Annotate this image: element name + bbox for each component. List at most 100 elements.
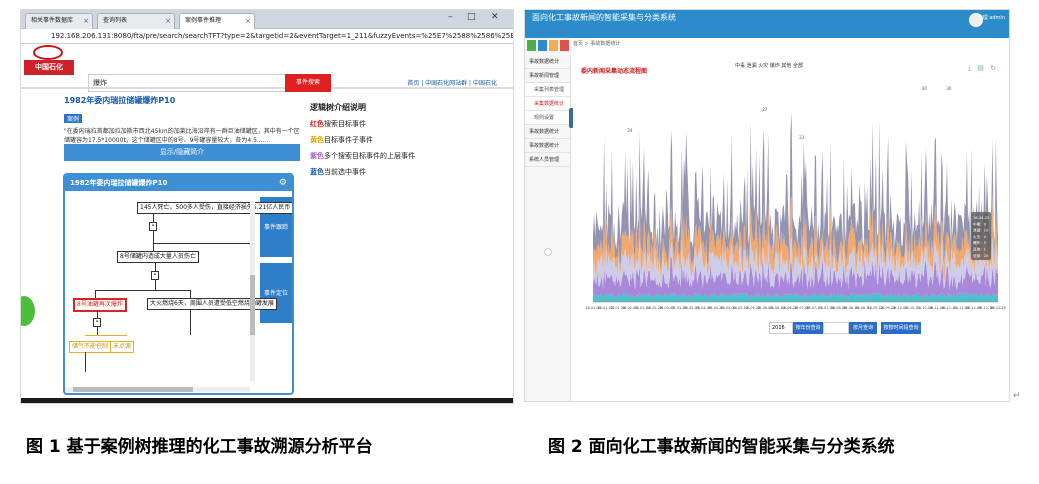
tooltip-line: 16-04-25 — [973, 216, 989, 220]
figure-1-screenshot: 相关事件数据库× 查询列表× 案例事件推理× – □ ✕ ← → C 192.1… — [20, 9, 514, 404]
query-by-range-button[interactable]: 按按时间段查询 — [881, 322, 921, 334]
browser-tab[interactable]: 查询列表 × — [97, 13, 175, 29]
tree-edge — [153, 243, 253, 244]
search-result: 1982年委内瑞拉储罐爆炸P10 案例 "在委内瑞拉首都加拉加斯市西北45km的… — [64, 95, 300, 145]
year-input[interactable]: 2016 — [769, 322, 793, 334]
legend-color-name: 蓝色 — [310, 168, 324, 176]
tooltip-line: 其他：1 — [973, 247, 986, 252]
tab-label: 相关事件数据库 — [31, 17, 74, 24]
top-links[interactable]: 首页 | 中国石化网站群 | 中国石化 — [407, 78, 497, 87]
tree-node-child[interactable]: 未点源 — [110, 341, 135, 353]
main-panel: 委内新闻采集动态流程图 中毒 泄漏 火灾 爆炸 其他 全部 ⤓ ▤ ↻ 16-0… — [573, 50, 1009, 401]
tooltip-line: 全部：20 — [973, 253, 989, 258]
and-gate-icon: • — [93, 318, 101, 327]
legend-color-name: 黄色 — [310, 136, 324, 144]
peak-data-label: 27 — [762, 107, 768, 112]
horizontal-scrollbar[interactable] — [65, 387, 250, 392]
legend-item: 蓝色当前选中事件 — [310, 164, 415, 180]
return-mark: ↵ — [1013, 391, 1021, 401]
result-tag: 案例 — [64, 114, 83, 123]
close-icon[interactable]: × — [165, 14, 171, 28]
tree-node-target[interactable]: 8号油罐再次爆炸 — [73, 298, 127, 312]
legend-desc: 搜索目标事件 — [324, 120, 366, 128]
scrollbar-thumb[interactable] — [73, 387, 193, 392]
minimize-icon[interactable]: – — [448, 12, 453, 22]
legend-item: 黄色目标事件子事件 — [310, 132, 415, 148]
sidebar-item[interactable]: 事故数据统计 — [525, 125, 570, 139]
chart-tooltip: 16-04-25中毒：0 泄漏：10火灾：4爆炸：5 其他：1全部：20 — [971, 212, 991, 260]
peak-data-label: 30 — [922, 86, 928, 91]
month-input[interactable] — [823, 322, 849, 334]
figure-2-caption: 图 2 面向化工事故新闻的智能采集与分类系统 — [548, 437, 895, 457]
tab-label: 查询列表 — [103, 17, 128, 24]
tree-legend: 逻辑树介绍说明 红色搜索目标事件 黄色目标事件子事件 紫色多个搜索目标事件的上层… — [310, 100, 415, 180]
floating-widget-icon[interactable] — [21, 296, 35, 326]
area-chart: 16-01-0116-01-1216-01-2316-02-0316-02-14… — [585, 86, 1005, 310]
gear-icon[interactable]: ⚙ — [279, 175, 287, 191]
browser-tab-active[interactable]: 案例事件推理 × — [179, 13, 255, 29]
close-icon[interactable]: × — [245, 14, 251, 28]
legend-item: 紫色多个搜索目标事件的上层事件 — [310, 148, 415, 164]
tree-edge — [95, 290, 190, 291]
figure-2-screenshot: 面向化工事故新闻的智能采集与分类系统 管理 admin 事故数据统计 事故新闻管… — [524, 9, 1010, 402]
tooltip-line: 爆炸：5 — [973, 240, 986, 245]
legend-color-name: 紫色 — [310, 152, 324, 160]
legend-desc: 当前选中事件 — [324, 168, 366, 176]
vertical-scrollbar[interactable] — [250, 201, 255, 381]
sidebar-subitem[interactable]: 采集列表管理 — [525, 83, 570, 97]
legend-title: 逻辑树介绍说明 — [310, 103, 366, 112]
sidebar-subitem[interactable]: 规则设置 — [525, 111, 570, 125]
tree-edge — [153, 243, 154, 251]
toolbar-icon[interactable] — [560, 40, 569, 51]
tree-edge — [85, 335, 127, 336]
tooltip-line: 泄漏：10 — [973, 228, 989, 233]
tree-edge — [153, 213, 154, 222]
collapse-icon[interactable] — [544, 248, 552, 256]
peak-data-label: 23 — [799, 135, 805, 140]
tooltip-line: 中毒：0 — [973, 221, 987, 226]
tree-edge — [97, 327, 98, 335]
address-bar[interactable]: 192.168.206.131:8080/fta/pre/search/sear… — [21, 29, 513, 44]
scrollbar-thumb[interactable] — [250, 275, 255, 335]
toggle-summary-button[interactable]: 显示/隐藏简介 — [64, 144, 300, 161]
breadcrumb: 首页 > 事故数据统计 — [573, 41, 621, 47]
maximize-icon[interactable]: □ — [467, 12, 476, 22]
toolbar-icon[interactable] — [527, 40, 536, 51]
site-header: 中国石化 爆炸 事件搜索 首页 | 中国石化网站群 | 中国石化 — [21, 45, 513, 92]
sinopec-logo-icon — [33, 45, 63, 60]
search-button[interactable]: 事件搜索 — [285, 74, 331, 92]
x-tick-label: 16-12-29 — [990, 306, 1005, 310]
tree-node-top[interactable]: 145人死亡，500多人受伤，直接经济损失5.21亿人民币 — [137, 202, 292, 214]
legend-desc: 多个搜索目标事件的上层事件 — [324, 152, 415, 160]
sidebar-item[interactable]: 事故数据统计 — [525, 55, 570, 69]
tree-edge — [153, 231, 154, 243]
sidebar-item[interactable]: 系统人员管理 — [525, 153, 570, 167]
close-icon[interactable]: × — [83, 14, 89, 28]
logo-text: 中国石化 — [24, 60, 74, 75]
query-by-year-button[interactable]: 按年份查询 — [793, 322, 823, 334]
fault-tree-panel: 1982年委内瑞拉储罐爆炸P10 ⚙ 事件跟踪 事件定位 145人死亡，500多… — [63, 173, 294, 395]
close-window-icon[interactable]: ✕ — [491, 12, 499, 22]
toolbar — [525, 38, 571, 54]
tree-node-child[interactable]: 储气不能控制 — [69, 341, 112, 353]
toolbar-icon[interactable] — [538, 40, 547, 51]
tree-node-right[interactable]: 大火燃烧6天，周围人员遭受低空燃烧油罐发展 — [147, 298, 277, 310]
tree-edge — [155, 262, 156, 271]
sidebar-subitem-active[interactable]: 采集数据统计 — [525, 97, 570, 111]
event-locate-button[interactable]: 事件定位 — [260, 263, 292, 323]
tree-title: 1982年委内瑞拉储罐爆炸P10 — [65, 175, 292, 191]
toolbar-icon[interactable] — [549, 40, 558, 51]
tooltip-line: 火灾：4 — [973, 234, 987, 239]
taskbar — [21, 398, 513, 403]
result-snippet: "在委内瑞拉首都加拉加斯市西北45km的加莱比海沿岸有一群巨油储罐区，其中有一个… — [64, 128, 300, 144]
sidebar-item[interactable]: 事故新闻管理 — [525, 69, 570, 83]
peak-data-label: 24 — [627, 128, 633, 133]
query-by-month-button[interactable]: 按月查询 — [849, 322, 877, 334]
sidebar-item[interactable]: 事故数据统计 — [525, 139, 570, 153]
search-input[interactable]: 爆炸 — [88, 74, 308, 92]
user-name[interactable]: 管理 admin — [978, 15, 1005, 21]
tree-node-mid[interactable]: 8号储罐内造成大量人员伤亡 — [117, 251, 199, 263]
result-title[interactable]: 1982年委内瑞拉储罐爆炸P10 — [64, 95, 300, 106]
browser-tab[interactable]: 相关事件数据库 × — [25, 13, 93, 29]
and-gate-icon: • — [151, 271, 159, 280]
